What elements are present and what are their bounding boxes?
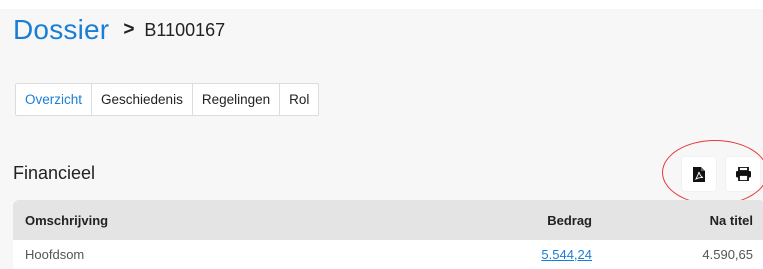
breadcrumb-separator: > xyxy=(123,19,135,40)
table-row: Hoofdsom 5.544,24 4.590,65 xyxy=(13,240,763,269)
column-na-titel: Na titel xyxy=(709,212,753,228)
section-actions xyxy=(682,157,760,191)
tab-geschiedenis[interactable]: Geschiedenis xyxy=(92,84,193,115)
pdf-export-button[interactable] xyxy=(682,157,716,191)
breadcrumb: Dossier > B1100167 xyxy=(13,10,225,50)
pdf-icon xyxy=(693,166,705,182)
table-header: Omschrijving Bedrag Na titel xyxy=(13,200,763,240)
tab-regelingen[interactable]: Regelingen xyxy=(193,84,281,115)
print-icon xyxy=(735,167,751,181)
page-title: Dossier xyxy=(13,14,110,45)
print-button[interactable] xyxy=(726,157,760,191)
cell-omschrijving: Hoofdsom xyxy=(25,247,85,262)
tab-overzicht[interactable]: Overzicht xyxy=(16,84,93,115)
dossier-id: B1100167 xyxy=(144,19,226,40)
cell-bedrag-link[interactable]: 5.544,24 xyxy=(541,247,592,262)
cell-na-titel: 4.590,65 xyxy=(702,247,753,262)
top-strip xyxy=(0,0,763,9)
tab-rol[interactable]: Rol xyxy=(280,84,318,115)
section-title: Financieel xyxy=(13,163,96,183)
tab-bar: Overzicht Geschiedenis Regelingen Rol xyxy=(15,83,320,116)
column-bedrag: Bedrag xyxy=(547,212,592,228)
column-omschrijving: Omschrijving xyxy=(25,212,109,228)
